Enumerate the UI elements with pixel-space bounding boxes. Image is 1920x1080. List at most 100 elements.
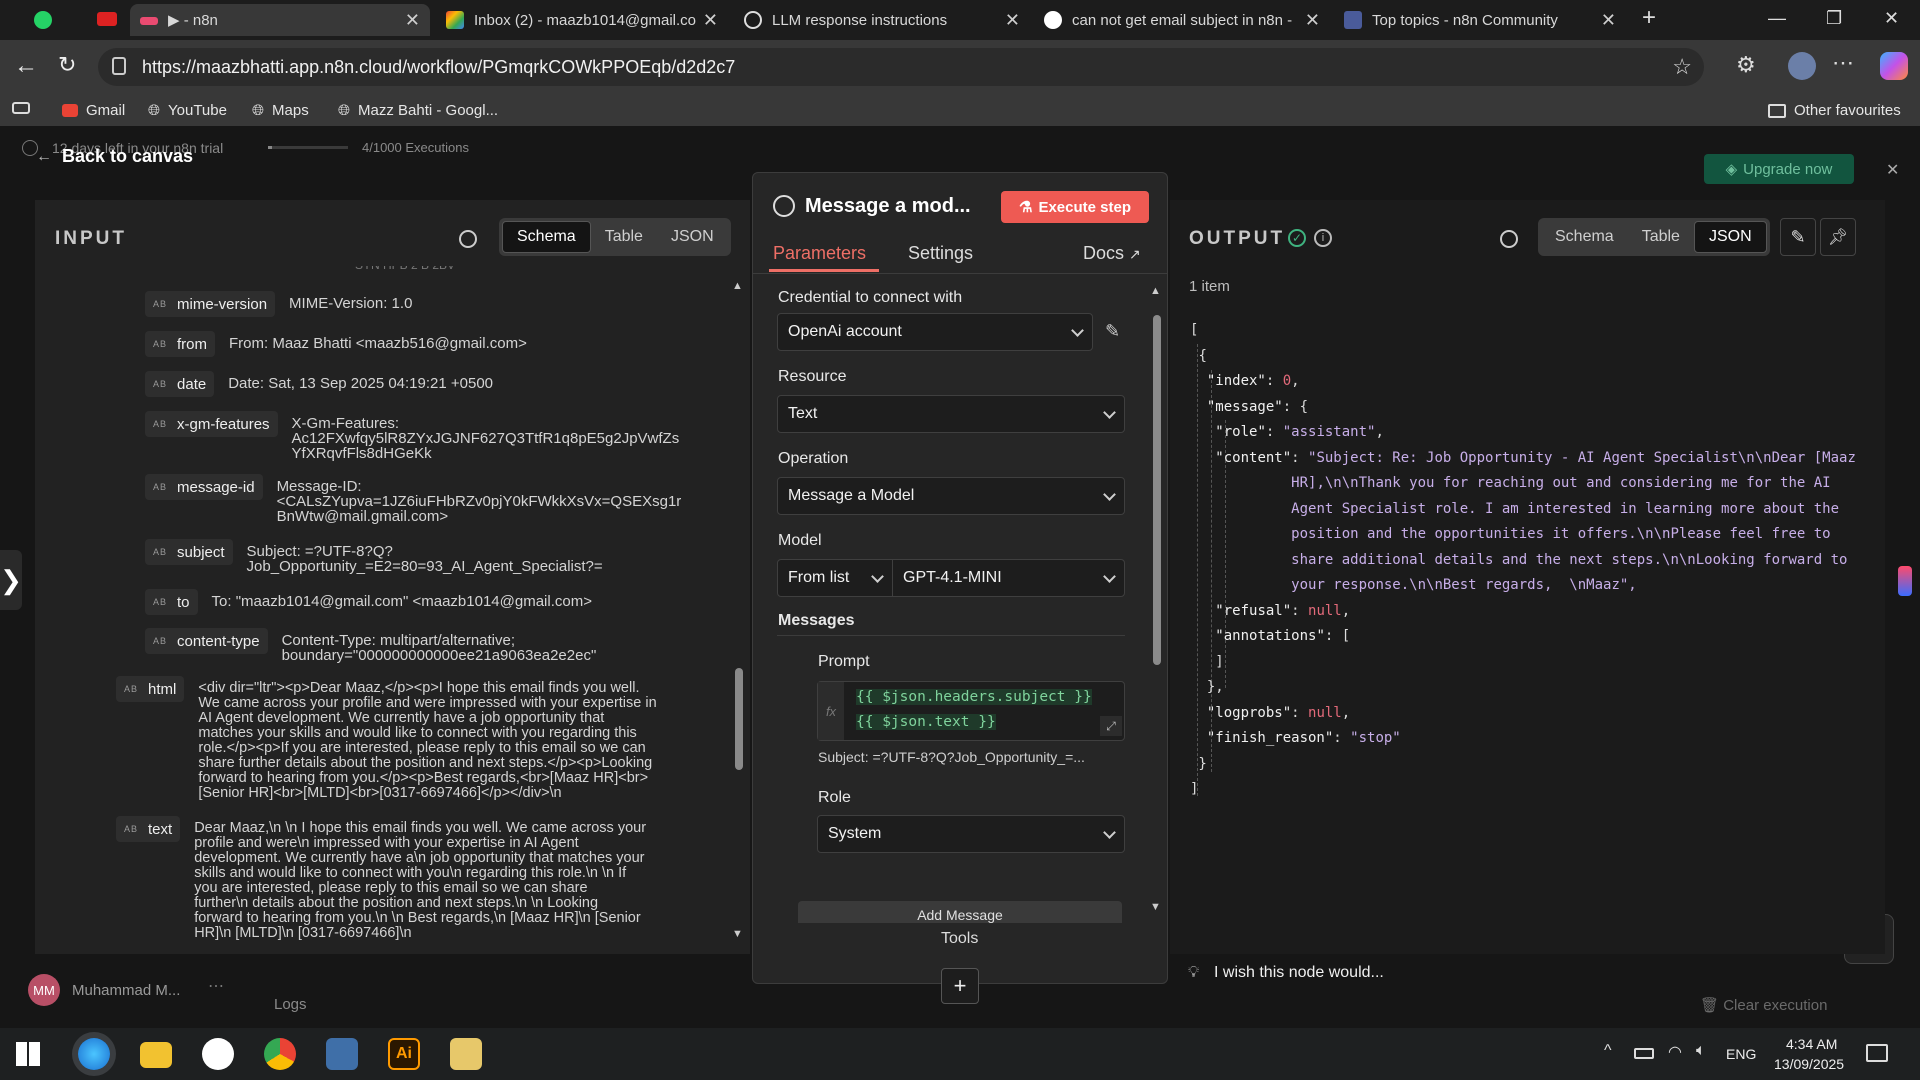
close-icon[interactable]: ✕ [703,10,718,31]
output-json-view[interactable]: [ { "index": 0, "message": { "role": "as… [1190,318,1856,803]
prompt-editor[interactable]: fx {{ $json.headers.subject }} {{ $json.… [817,681,1125,741]
close-icon[interactable]: ✕ [1005,10,1020,31]
logs-label[interactable]: Logs [274,996,307,1013]
profile-avatar[interactable] [1788,52,1816,80]
wifi-icon[interactable]: ◠ [1668,1042,1682,1062]
copilot-icon[interactable] [1880,52,1908,80]
search-icon[interactable] [1500,230,1518,248]
illustrator-icon[interactable]: Ai [388,1038,420,1070]
field-pill[interactable]: AB html [116,676,185,702]
more-menu-icon[interactable]: ⋯ [1832,50,1854,76]
close-icon[interactable]: ✕ [1601,10,1616,31]
search-icon[interactable] [459,230,477,248]
edge-icon[interactable] [78,1038,110,1070]
notifications-icon[interactable] [1866,1044,1888,1062]
bookmark-mazz[interactable]: 🌐︎ Mazz Bahti - Googl... [338,102,498,119]
language-indicator[interactable]: ENG [1726,1046,1756,1062]
sql-server-icon[interactable] [326,1038,358,1070]
node-title[interactable]: Message a mod... [805,195,971,218]
tab-table[interactable]: Table [1628,221,1694,253]
field-pill[interactable]: AB date [145,371,215,397]
info-icon[interactable]: i [1314,229,1332,247]
url-input[interactable]: https://maazbhatti.app.n8n.cloud/workflo… [98,48,1704,86]
back-icon[interactable]: ← [14,52,38,80]
upgrade-button[interactable]: ◈ Upgrade now [1704,154,1854,184]
tab-json[interactable]: JSON [657,221,728,253]
back-to-canvas[interactable]: ← Back to canvas [36,146,193,167]
add-tool-button[interactable]: + [941,968,979,1004]
field-pill[interactable]: AB message-id [145,474,263,500]
windows-start-icon[interactable] [16,1042,40,1066]
tab-schema[interactable]: Schema [502,221,591,253]
tab-chatgpt[interactable]: LLM response instructions ✕ [734,4,1030,36]
tab-json[interactable]: JSON [1693,221,1767,253]
tab-gmail[interactable]: Inbox (2) - maazb1014@gmail.com ✕ [436,4,728,36]
bookmark-maps[interactable]: 🌐︎ Maps [252,102,309,119]
clock-time[interactable]: 4:34 AM [1786,1036,1837,1052]
tab-table[interactable]: Table [591,221,657,253]
credential-select[interactable]: OpenAi account [777,313,1093,351]
extensions-icon[interactable]: ⚙ [1736,52,1756,78]
bookmark-youtube[interactable]: 🌐︎ YouTube [148,102,227,119]
clear-execution-button[interactable]: 🗑︎ Clear execution [1700,996,1827,1014]
scroll-thumb[interactable] [735,668,743,770]
resource-select[interactable]: Text [777,395,1125,433]
feedback-link[interactable]: I wish this node would... [1214,964,1384,982]
close-icon[interactable]: ✕ [405,10,420,31]
tab-google[interactable]: can not get email subject in n8n - ✕ [1034,4,1330,36]
chevron-up-icon[interactable]: ^ [1604,1042,1612,1060]
field-pill[interactable]: AB to [145,589,198,615]
close-window-button[interactable]: ✕ [1884,8,1899,29]
close-icon[interactable]: ✕ [1886,160,1899,180]
avatar[interactable]: MM [28,974,60,1006]
tab-community[interactable]: Top topics - n8n Community ✕ [1334,4,1626,36]
field-pill[interactable]: AB x-gm-features [145,411,278,437]
field-pill[interactable]: AB text [116,816,181,842]
app-store-icon[interactable] [202,1038,234,1070]
file-explorer-icon[interactable] [140,1042,172,1068]
close-icon[interactable]: ✕ [1305,10,1320,31]
scroll-up-icon[interactable]: ▲ [1150,285,1161,297]
tab-settings[interactable]: Settings [908,243,973,264]
input-scrollbar[interactable]: ▲ ▼ [732,280,746,944]
whatsapp-icon[interactable] [34,11,52,29]
clock-date[interactable]: 13/09/2025 [1774,1056,1844,1072]
tab-n8n[interactable]: ▶ - n8n ✕ [130,4,430,36]
tab-parameters[interactable]: Parameters [773,243,866,264]
paint-icon[interactable] [450,1038,482,1070]
add-message-button[interactable]: Add Message [798,901,1122,923]
scroll-down-icon[interactable]: ▼ [732,928,743,940]
execute-step-button[interactable]: ⚗︎ Execute step [1001,191,1149,223]
edit-output-button[interactable]: ✎ [1780,218,1816,256]
youtube-icon[interactable] [97,12,117,26]
other-favourites[interactable]: Other favourites [1768,102,1901,119]
field-pill[interactable]: AB content-type [145,628,268,654]
maximize-button[interactable]: ❐ [1826,8,1842,29]
model-mode-select[interactable]: From list [777,559,893,597]
chrome-icon[interactable] [264,1038,296,1070]
field-pill[interactable]: AB subject [145,539,233,565]
favorite-star-icon[interactable]: ☆ [1672,54,1692,80]
field-pill[interactable]: AB mime-version [145,291,276,317]
tab-schema[interactable]: Schema [1541,221,1628,253]
expand-editor-icon[interactable]: ⤢ [1100,716,1122,736]
expand-panel-icon[interactable]: ❯ [0,550,22,610]
volume-icon[interactable]: 🔈︎ [1696,1042,1706,1060]
edit-credential-icon[interactable]: ✎ [1105,321,1120,342]
refresh-icon[interactable]: ↻ [58,52,76,78]
user-menu-icon[interactable]: ⋯ [208,976,224,996]
user-name[interactable]: Muhammad M... [72,982,180,999]
model-select[interactable]: GPT-4.1-MINI [892,559,1125,597]
scroll-thumb[interactable] [1153,315,1161,665]
scroll-down-icon[interactable]: ▼ [1150,901,1161,913]
new-tab-button[interactable]: + [1642,4,1656,32]
scroll-up-icon[interactable]: ▲ [732,280,743,292]
docs-link[interactable]: Docs ↗ [1083,243,1141,264]
node-scrollbar[interactable]: ▲ ▼ [1150,285,1164,917]
sidebar-toggle-icon[interactable] [12,102,30,114]
site-info-icon[interactable] [112,57,126,75]
battery-icon[interactable] [1634,1048,1654,1059]
pin-data-button[interactable]: 📌︎ [1820,218,1856,256]
bookmark-gmail[interactable]: Gmail [62,102,125,119]
operation-select[interactable]: Message a Model [777,477,1125,515]
